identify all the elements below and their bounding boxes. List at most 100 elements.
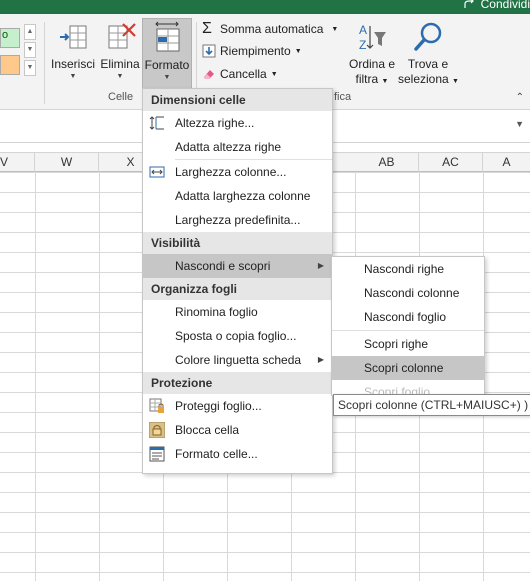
find-select-label-2: seleziona: [398, 72, 449, 86]
chevron-down-icon: ▼: [294, 47, 302, 55]
section-header-organize-sheets: Organizza fogli: [143, 278, 332, 300]
menu-item-lock-cell[interactable]: Blocca cella: [143, 418, 332, 442]
styles-scroll-up[interactable]: ▲: [24, 24, 36, 40]
autosum-label: Somma automatica: [220, 22, 324, 36]
sort-filter-label-1: Ordina e: [348, 57, 396, 71]
sort-filter-button[interactable]: A Z Ordina e filtra ▼: [346, 18, 398, 89]
submenu-item-unhide-columns[interactable]: Scopri colonne: [332, 356, 484, 380]
clear-button[interactable]: Cancella ▼: [202, 67, 278, 81]
protect-sheet-icon: [149, 398, 165, 414]
share-label: Condividi: [480, 0, 530, 11]
menu-item-move-copy-sheet[interactable]: Sposta o copia foglio...: [143, 324, 332, 348]
menu-item-tab-color[interactable]: Colore linguetta scheda ▶: [143, 348, 332, 372]
insert-label: Inserisci: [50, 57, 95, 71]
column-header-ad[interactable]: A: [483, 153, 530, 172]
menu-item-label: Formato celle...: [175, 447, 258, 461]
menu-item-label: Sposta o copia foglio...: [175, 329, 297, 343]
submenu-item-hide-rows[interactable]: Nascondi righe: [332, 257, 484, 281]
styles-more[interactable]: ▼: [24, 60, 36, 76]
magnifier-icon: [411, 20, 445, 54]
format-menu: Dimensioni celle Altezza righe... Adatta…: [142, 88, 333, 474]
chevron-down-icon: ▼: [116, 73, 124, 80]
chevron-right-icon: ▶: [317, 355, 324, 364]
hide-unhide-submenu: Nascondi righe Nascondi colonne Nascondi…: [331, 256, 485, 396]
svg-text:A: A: [359, 23, 367, 37]
menu-item-label: Adatta altezza righe: [175, 140, 282, 154]
sigma-icon: Σ: [202, 20, 212, 37]
share-button[interactable]: Condividi: [463, 0, 530, 11]
chevron-right-icon: ▶: [317, 261, 324, 270]
chevron-down-icon: ▼: [452, 78, 459, 85]
cells-group-label: Celle: [108, 91, 134, 103]
column-header-ab[interactable]: AB: [355, 153, 419, 172]
menu-item-label: Proteggi foglio...: [175, 399, 262, 413]
menu-item-label: Blocca cella: [175, 423, 240, 437]
menu-item-row-height[interactable]: Altezza righe...: [143, 111, 332, 135]
menu-item-format-cells[interactable]: Formato celle...: [143, 442, 332, 466]
format-label: Formato: [144, 58, 190, 72]
collapse-ribbon-icon[interactable]: ⌃: [516, 92, 524, 103]
lock-cell-icon: [148, 421, 166, 439]
menu-item-label: Adatta larghezza colonne: [175, 189, 311, 203]
format-button[interactable]: Formato ▼: [142, 18, 192, 92]
find-select-button[interactable]: Trova e seleziona ▼: [398, 18, 459, 89]
column-width-icon: [149, 164, 165, 180]
menu-item-hide-unhide[interactable]: Nascondi e scopri ▶: [143, 254, 332, 278]
menu-item-column-width[interactable]: Larghezza colonne...: [143, 160, 332, 184]
section-header-cell-size: Dimensioni celle: [143, 89, 332, 111]
submenu-separator: [332, 330, 484, 331]
delete-label: Elimina: [100, 57, 140, 71]
title-bar: Condividi: [0, 0, 530, 14]
submenu-item-unhide-rows[interactable]: Scopri righe: [332, 332, 484, 356]
insert-cells-icon: [56, 20, 90, 54]
sort-filter-label-2: filtra: [355, 72, 379, 86]
chevron-down-icon: ▼: [69, 73, 77, 80]
menu-item-autofit-row-height[interactable]: Adatta altezza righe: [143, 135, 332, 159]
section-header-protection: Protezione: [143, 372, 332, 394]
share-icon: [464, 0, 474, 8]
cell-style-good[interactable]: o: [0, 28, 20, 48]
format-cells-large-icon: [150, 21, 184, 55]
column-header-ac[interactable]: AC: [419, 153, 483, 172]
chevron-down-icon: ▼: [381, 78, 389, 85]
editing-group-label: fica: [334, 91, 352, 103]
find-select-label-1: Trova e: [407, 57, 449, 71]
sort-filter-label-2-row: filtra ▼: [346, 72, 398, 89]
eraser-icon: [204, 70, 214, 79]
menu-item-rename-sheet[interactable]: Rinomina foglio: [143, 300, 332, 324]
ribbon-separator: [44, 22, 45, 104]
menu-item-label: Colore linguetta scheda: [175, 353, 302, 367]
svg-text:Z: Z: [359, 38, 366, 52]
menu-item-protect-sheet[interactable]: Proteggi foglio...: [143, 394, 332, 418]
menu-item-label: Larghezza colonne...: [175, 165, 287, 179]
chevron-down-icon: ▼: [270, 70, 278, 78]
section-header-visibility: Visibilità: [143, 232, 332, 254]
styles-scroll-down[interactable]: ▼: [24, 42, 36, 58]
column-header-v[interactable]: V: [0, 153, 35, 172]
menu-item-label: Nascondi e scopri: [175, 259, 271, 273]
find-select-label-2-row: seleziona ▼: [398, 72, 459, 89]
insert-button[interactable]: Inserisci ▼: [50, 18, 96, 82]
menu-item-label: Larghezza predefinita...: [175, 213, 301, 227]
menu-item-label: Altezza righe...: [175, 116, 255, 130]
clear-label: Cancella: [220, 67, 267, 81]
fill-label: Riempimento: [220, 44, 291, 58]
submenu-item-hide-columns[interactable]: Nascondi colonne: [332, 281, 484, 305]
delete-cells-icon: [103, 20, 137, 54]
sort-filter-icon: A Z: [355, 20, 389, 54]
tooltip: Scopri colonne (CTRL+MAIUSC+) ): [333, 394, 530, 416]
menu-item-label: Rinomina foglio: [175, 305, 258, 319]
delete-button[interactable]: Elimina ▼: [98, 18, 142, 82]
chevron-down-icon: ▼: [331, 25, 339, 33]
submenu-item-hide-sheet[interactable]: Nascondi foglio: [332, 305, 484, 329]
menu-item-default-width[interactable]: Larghezza predefinita...: [143, 208, 332, 232]
fill-button[interactable]: Riempimento ▼: [202, 44, 302, 58]
chevron-down-icon: ▼: [163, 74, 171, 81]
expand-formula-bar-icon[interactable]: ▼: [515, 119, 524, 129]
row-height-icon: [149, 115, 165, 131]
cell-style-neutral[interactable]: [0, 55, 20, 75]
menu-item-autofit-column-width[interactable]: Adatta larghezza colonne: [143, 184, 332, 208]
autosum-button[interactable]: Σ Somma automatica ▼: [202, 20, 338, 38]
column-header-w[interactable]: W: [35, 153, 99, 172]
fill-down-icon: [202, 44, 216, 58]
